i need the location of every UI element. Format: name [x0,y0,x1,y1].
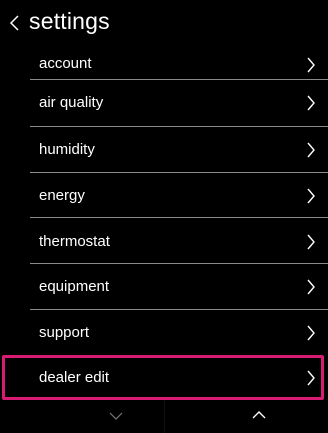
settings-menu-list: account air quality humidity energy ther… [0,0,328,400]
chevron-right-icon [307,234,315,250]
menu-item-label: energy [39,187,85,204]
chevron-right-icon [307,142,315,158]
menu-item-energy[interactable]: energy [0,173,328,220]
page-title: settings [29,8,110,34]
menu-item-humidity[interactable]: humidity [0,127,328,174]
menu-item-thermostat[interactable]: thermostat [0,218,328,265]
chevron-right-icon [307,95,315,111]
menu-item-label: thermostat [39,233,110,250]
chevron-right-icon [307,188,315,204]
menu-item-label: equipment [39,278,110,295]
footer-nav [0,400,328,433]
menu-item-equipment[interactable]: equipment [0,264,328,311]
menu-item-label: support [39,324,90,341]
chevron-up-icon[interactable] [252,410,266,419]
chevron-right-icon [307,57,315,73]
menu-item-label: account [39,55,92,72]
menu-item-label: humidity [39,141,95,158]
header: settings [0,0,328,46]
chevron-down-icon[interactable] [109,412,123,421]
selection-highlight [2,355,324,400]
chevron-right-icon [307,325,315,341]
chevron-right-icon [307,279,315,295]
menu-item-air-quality[interactable]: air quality [0,80,328,127]
footer-divider [164,400,165,433]
menu-item-support[interactable]: support [0,310,328,357]
chevron-left-icon[interactable] [6,8,22,36]
menu-item-label: air quality [39,94,104,111]
